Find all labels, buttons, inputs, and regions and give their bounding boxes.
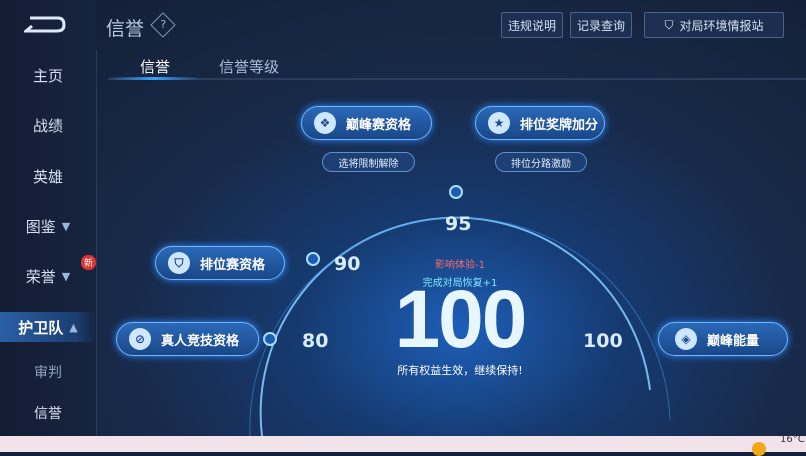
weather-temp: 16°C: [780, 434, 805, 445]
penalty-text: 影响体验-1: [435, 260, 485, 271]
taskbar: 16°C: [0, 434, 806, 456]
peak-sub-label[interactable]: 选将限制解除: [322, 152, 415, 172]
credit-score: 100: [394, 274, 528, 365]
energy-icon: ◈: [675, 328, 697, 350]
gauge-mark-95: 95: [445, 213, 472, 235]
star-medal-icon: ★: [488, 112, 510, 134]
real-competitive-button[interactable]: ⊘ 真人竞技资格: [116, 322, 259, 356]
ranked-sub-label[interactable]: 排位分路激励: [495, 152, 587, 172]
gauge-mark-90: 90: [334, 253, 361, 275]
ranked-bonus-button[interactable]: ★ 排位奖牌加分: [475, 106, 605, 140]
ranked-shield-icon: ⛉: [168, 252, 190, 274]
gauge-node-95: [449, 185, 463, 199]
peak-energy-button[interactable]: ◈ 巅峰能量: [658, 322, 788, 356]
gauge-mark-100: 100: [583, 330, 623, 352]
gauge-mark-80: 80: [302, 330, 329, 352]
gauge-node-90: [306, 252, 320, 266]
status-message: 所有权益生效，继续保持!: [397, 364, 523, 377]
credit-screen: 主页 战绩 英雄 图鉴 ▼ 荣誉 ▼ 新 护卫队 ▲ 审判 信誉 信誉 ? 违规说明 …: [0, 0, 806, 436]
gauge-node-80: [263, 332, 277, 346]
no-bot-icon: ⊘: [129, 328, 151, 350]
sun-icon: [752, 442, 766, 456]
peak-icon: ❖: [314, 112, 336, 134]
peak-qualification-button[interactable]: ❖ 巅峰赛资格: [301, 106, 432, 140]
ranked-qualification-button[interactable]: ⛉ 排位赛资格: [155, 246, 285, 280]
